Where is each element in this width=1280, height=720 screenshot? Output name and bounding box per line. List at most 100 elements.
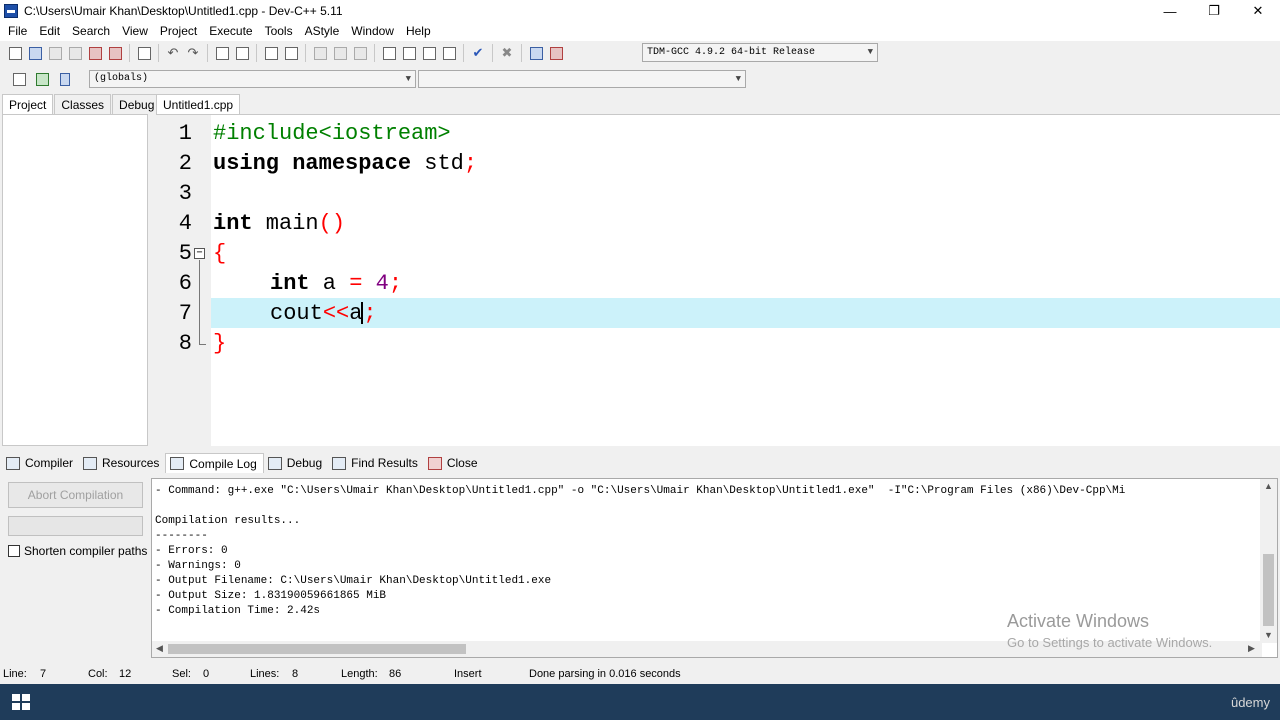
bookmark-button[interactable] (351, 44, 369, 62)
title-bar: C:\Users\Umair Khan\Desktop\Untitled1.cp… (0, 0, 1280, 22)
tab-untitled1-cpp[interactable]: Untitled1.cpp (156, 94, 241, 114)
find-button[interactable] (213, 44, 231, 62)
tab-resources[interactable]: Resources (79, 453, 165, 473)
menu-search[interactable]: Search (66, 22, 116, 41)
chart-icon (529, 46, 543, 60)
status-line-label: Line: (3, 668, 27, 680)
tab-project[interactable]: Project (2, 94, 54, 114)
project-panel[interactable] (2, 114, 148, 446)
print-button[interactable] (135, 44, 153, 62)
goto-back-button[interactable] (311, 44, 329, 62)
close-all-button[interactable] (106, 44, 124, 62)
log-horizontal-scroll-thumb[interactable] (168, 644, 466, 654)
status-insert-mode: Insert (454, 668, 482, 680)
tab-close[interactable]: Close (424, 453, 484, 473)
abort-compilation-button[interactable]: Abort Compilation (8, 482, 143, 508)
find-icon (215, 46, 229, 60)
tab-classes[interactable]: Classes (54, 94, 112, 114)
insert-button[interactable] (33, 70, 51, 88)
toolbar-separator (374, 44, 375, 62)
bookmark-toggle-button[interactable] (56, 70, 74, 88)
menu-astyle[interactable]: AStyle (299, 22, 346, 41)
redo-button[interactable]: ↷ (184, 44, 202, 62)
status-length-label: Length: (341, 668, 378, 680)
menu-project[interactable]: Project (154, 22, 203, 41)
check-icon: ✔ (472, 45, 484, 60)
windows-start-icon[interactable] (12, 694, 30, 710)
profile-button[interactable] (527, 44, 545, 62)
code-line-2: using namespace std; (213, 149, 477, 179)
close-file-button[interactable] (86, 44, 104, 62)
window-button[interactable] (400, 44, 418, 62)
shorten-paths-option[interactable]: Shorten compiler paths (8, 543, 147, 559)
menu-tools[interactable]: Tools (259, 22, 299, 41)
scope-combo[interactable]: (globals) ▼ (89, 70, 416, 88)
toolbar-separator (129, 44, 130, 62)
scroll-up-icon[interactable]: ▲ (1264, 481, 1273, 491)
toolbar-separator (256, 44, 257, 62)
resources-icon (83, 456, 98, 470)
delete-profile-button[interactable] (547, 44, 565, 62)
chevron-down-icon: ▼ (405, 74, 411, 84)
log-line: Compilation results... (155, 515, 301, 527)
log-vertical-scrollbar[interactable]: ▲ ▼ (1260, 479, 1277, 643)
identifier-token: a (309, 271, 350, 296)
status-message: Done parsing in 0.016 seconds (529, 668, 681, 680)
status-col-value: 12 (119, 668, 132, 680)
symbol-token: = (349, 271, 363, 296)
syntax-check-button[interactable]: ✔ (469, 44, 487, 62)
close-window-button[interactable]: ✕ (1236, 0, 1280, 22)
toolbar-separator (492, 44, 493, 62)
status-lines-label: Lines: (250, 668, 280, 680)
save-icon (48, 46, 62, 60)
log-line: - Command: g++.exe "C:\Users\Umair Khan\… (155, 485, 1126, 497)
indent-button[interactable] (262, 44, 280, 62)
members-combo[interactable]: ▼ (418, 70, 746, 88)
tab-debug-output[interactable]: Debug (264, 453, 328, 473)
goto-forward-button[interactable] (331, 44, 349, 62)
compiler-select[interactable]: TDM-GCC 4.9.2 64-bit Release ▼ (642, 43, 878, 62)
save-all-button[interactable] (66, 44, 84, 62)
undo-button[interactable]: ↶ (164, 44, 182, 62)
tab-compiler[interactable]: Compiler (2, 453, 79, 473)
stop-button[interactable]: ✖ (498, 44, 516, 62)
add-to-project-button[interactable] (10, 70, 28, 88)
menu-file[interactable]: File (2, 22, 33, 41)
scroll-down-icon[interactable]: ▼ (1264, 630, 1273, 640)
menu-view[interactable]: View (116, 22, 154, 41)
shorten-paths-checkbox[interactable] (8, 545, 20, 557)
menu-help[interactable]: Help (400, 22, 437, 41)
fold-toggle-icon[interactable]: − (194, 248, 205, 259)
scroll-right-icon[interactable]: ▶ (1248, 643, 1255, 654)
replace-button[interactable] (233, 44, 251, 62)
scroll-left-icon[interactable]: ◀ (156, 643, 163, 654)
panel-button[interactable] (420, 44, 438, 62)
fold-guide-end (199, 344, 206, 345)
tab-compile-log[interactable]: Compile Log (165, 453, 264, 473)
menu-bar: File Edit Search View Project Execute To… (0, 22, 1280, 41)
save-button[interactable] (46, 44, 64, 62)
menu-edit[interactable]: Edit (33, 22, 66, 41)
menu-execute[interactable]: Execute (203, 22, 258, 41)
symbol-token: { (213, 241, 227, 266)
new-file-button[interactable] (6, 44, 24, 62)
minimize-button[interactable]: — (1148, 0, 1192, 22)
tab-find-results[interactable]: Find Results (328, 453, 424, 473)
debug-icon (267, 456, 282, 470)
grid-button[interactable] (440, 44, 458, 62)
layout-icon (382, 46, 396, 60)
unindent-button[interactable] (282, 44, 300, 62)
tab-debug[interactable]: Debug (112, 94, 162, 114)
find-results-icon (332, 456, 347, 470)
line-number: 4 (178, 211, 192, 236)
tab-compiler-label: Compiler (25, 456, 74, 470)
layout-button[interactable] (380, 44, 398, 62)
menu-window[interactable]: Window (345, 22, 400, 41)
toolbar-separator (521, 44, 522, 62)
maximize-button[interactable]: ❐ (1192, 0, 1236, 22)
log-vertical-scroll-thumb[interactable] (1263, 554, 1274, 626)
code-editor[interactable]: 1 2 3 4 5 6 7 8 − #include<iostream> usi… (156, 114, 1280, 446)
open-file-button[interactable] (26, 44, 44, 62)
status-sel-label: Sel: (172, 668, 191, 680)
bottom-panel-tabs: Compiler Resources Compile Log Debug Fin… (2, 453, 484, 473)
